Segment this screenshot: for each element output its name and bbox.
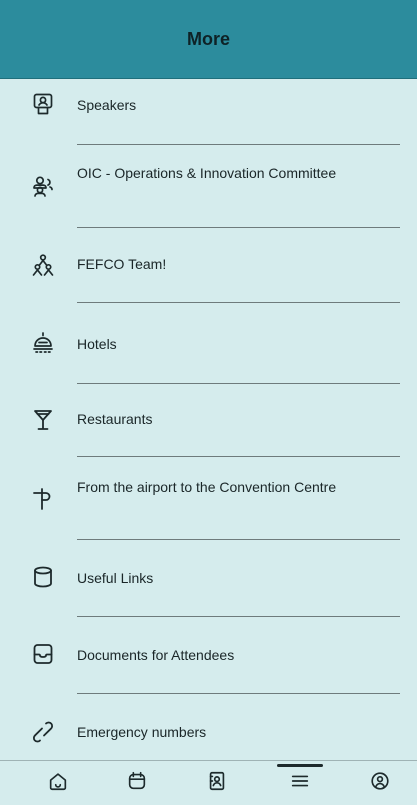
menu-item-label: OIC - Operations & Innovation Committee xyxy=(77,165,337,181)
signpost-icon xyxy=(31,487,55,511)
hotel-bell-icon xyxy=(31,330,55,354)
menu-item-useful-links[interactable]: Useful Links xyxy=(0,540,417,616)
menu-item-airport-directions[interactable]: From the airport to the Convention Centr… xyxy=(0,457,417,539)
menu-item-label: Hotels xyxy=(77,336,117,352)
menu-item-label: Documents for Attendees xyxy=(77,647,235,663)
page-title: More xyxy=(186,28,230,49)
speaker-podium-icon xyxy=(31,92,55,116)
tab-profile[interactable] xyxy=(350,761,410,805)
contact-card-icon xyxy=(206,770,228,797)
menu-item-label: Useful Links xyxy=(77,570,154,586)
active-tab-indicator xyxy=(277,764,323,767)
calendar-icon xyxy=(126,770,148,797)
menu-item-hotels[interactable]: Hotels xyxy=(0,303,417,383)
home-icon xyxy=(47,770,69,797)
menu-item-oic[interactable]: OIC - Operations & Innovation Committee xyxy=(0,145,417,227)
bottom-tab-bar xyxy=(0,760,417,805)
menu-item-label: From the airport to the Convention Centr… xyxy=(77,479,337,495)
menu-item-label: FEFCO Team! xyxy=(77,256,167,272)
tab-home[interactable] xyxy=(28,761,88,805)
team-icon xyxy=(31,253,55,277)
menu-item-documents[interactable]: Documents for Attendees xyxy=(0,617,417,693)
menu-item-label: Speakers xyxy=(77,97,137,113)
tray-icon xyxy=(31,642,55,666)
menu-item-restaurants[interactable]: Restaurants xyxy=(0,384,417,456)
menu-item-fefco-team[interactable]: FEFCO Team! xyxy=(0,228,417,302)
menu-icon xyxy=(289,770,311,797)
menu-item-speakers[interactable]: Speakers xyxy=(0,78,417,144)
tab-calendar[interactable] xyxy=(107,761,167,805)
group-icon xyxy=(31,174,55,198)
tab-contacts[interactable] xyxy=(187,761,247,805)
profile-icon xyxy=(369,770,391,797)
menu-item-label: Emergency numbers xyxy=(77,724,207,740)
menu-item-label: Restaurants xyxy=(77,411,153,427)
cocktail-glass-icon xyxy=(31,408,55,432)
cylinder-icon xyxy=(31,565,55,589)
tab-menu[interactable] xyxy=(270,761,330,805)
phone-icon xyxy=(31,720,55,744)
header-bar: More xyxy=(0,0,417,79)
menu-item-emergency-numbers[interactable]: Emergency numbers xyxy=(0,694,417,760)
more-menu-list: Speakers OIC - Operations & Innovation C… xyxy=(0,78,417,760)
